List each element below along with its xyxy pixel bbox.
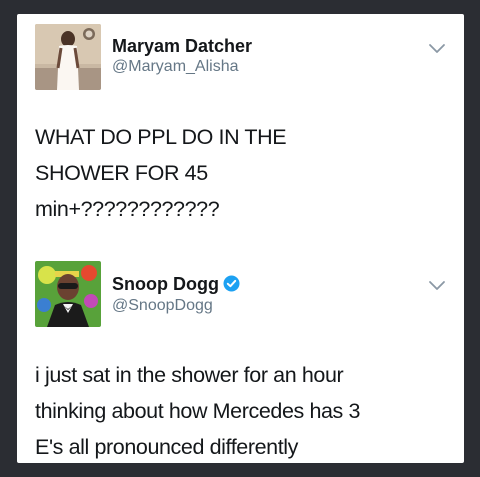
- display-name-text[interactable]: Snoop Dogg: [112, 274, 219, 294]
- avatar-snoop[interactable]: [35, 261, 101, 327]
- chevron-down-icon[interactable]: [428, 279, 446, 291]
- tweet-text-line: min+????????????: [35, 197, 220, 221]
- user-handle[interactable]: @Maryam_Alisha: [112, 58, 239, 76]
- tweet-text: i just sat in the shower for an hour thi…: [35, 357, 446, 465]
- tweet-snoop: Snoop Dogg @SnoopDogg i just sat in the …: [17, 247, 464, 463]
- chevron-down-icon[interactable]: [428, 42, 446, 54]
- tweet-text-line: E's all pronounced differently: [35, 435, 299, 459]
- avatar-maryam[interactable]: [35, 24, 101, 90]
- tweet-text: WHAT DO PPL DO IN THE SHOWER FOR 45 min+…: [35, 119, 446, 227]
- display-name[interactable]: Maryam Datcher: [112, 36, 252, 57]
- tweet-maryam: Maryam Datcher @Maryam_Alisha WHAT DO PP…: [17, 14, 464, 247]
- verified-badge-icon: [223, 275, 240, 292]
- tweet-text-line: SHOWER FOR 45: [35, 161, 208, 185]
- tweet-text-line: WHAT DO PPL DO IN THE: [35, 125, 287, 149]
- display-name[interactable]: Snoop Dogg: [112, 274, 240, 295]
- tweet-text-line: thinking about how Mercedes has 3: [35, 399, 361, 423]
- tweet-text-line: i just sat in the shower for an hour: [35, 363, 344, 387]
- user-handle[interactable]: @SnoopDogg: [112, 297, 213, 315]
- tweet-screenshot-card: Maryam Datcher @Maryam_Alisha WHAT DO PP…: [17, 14, 464, 463]
